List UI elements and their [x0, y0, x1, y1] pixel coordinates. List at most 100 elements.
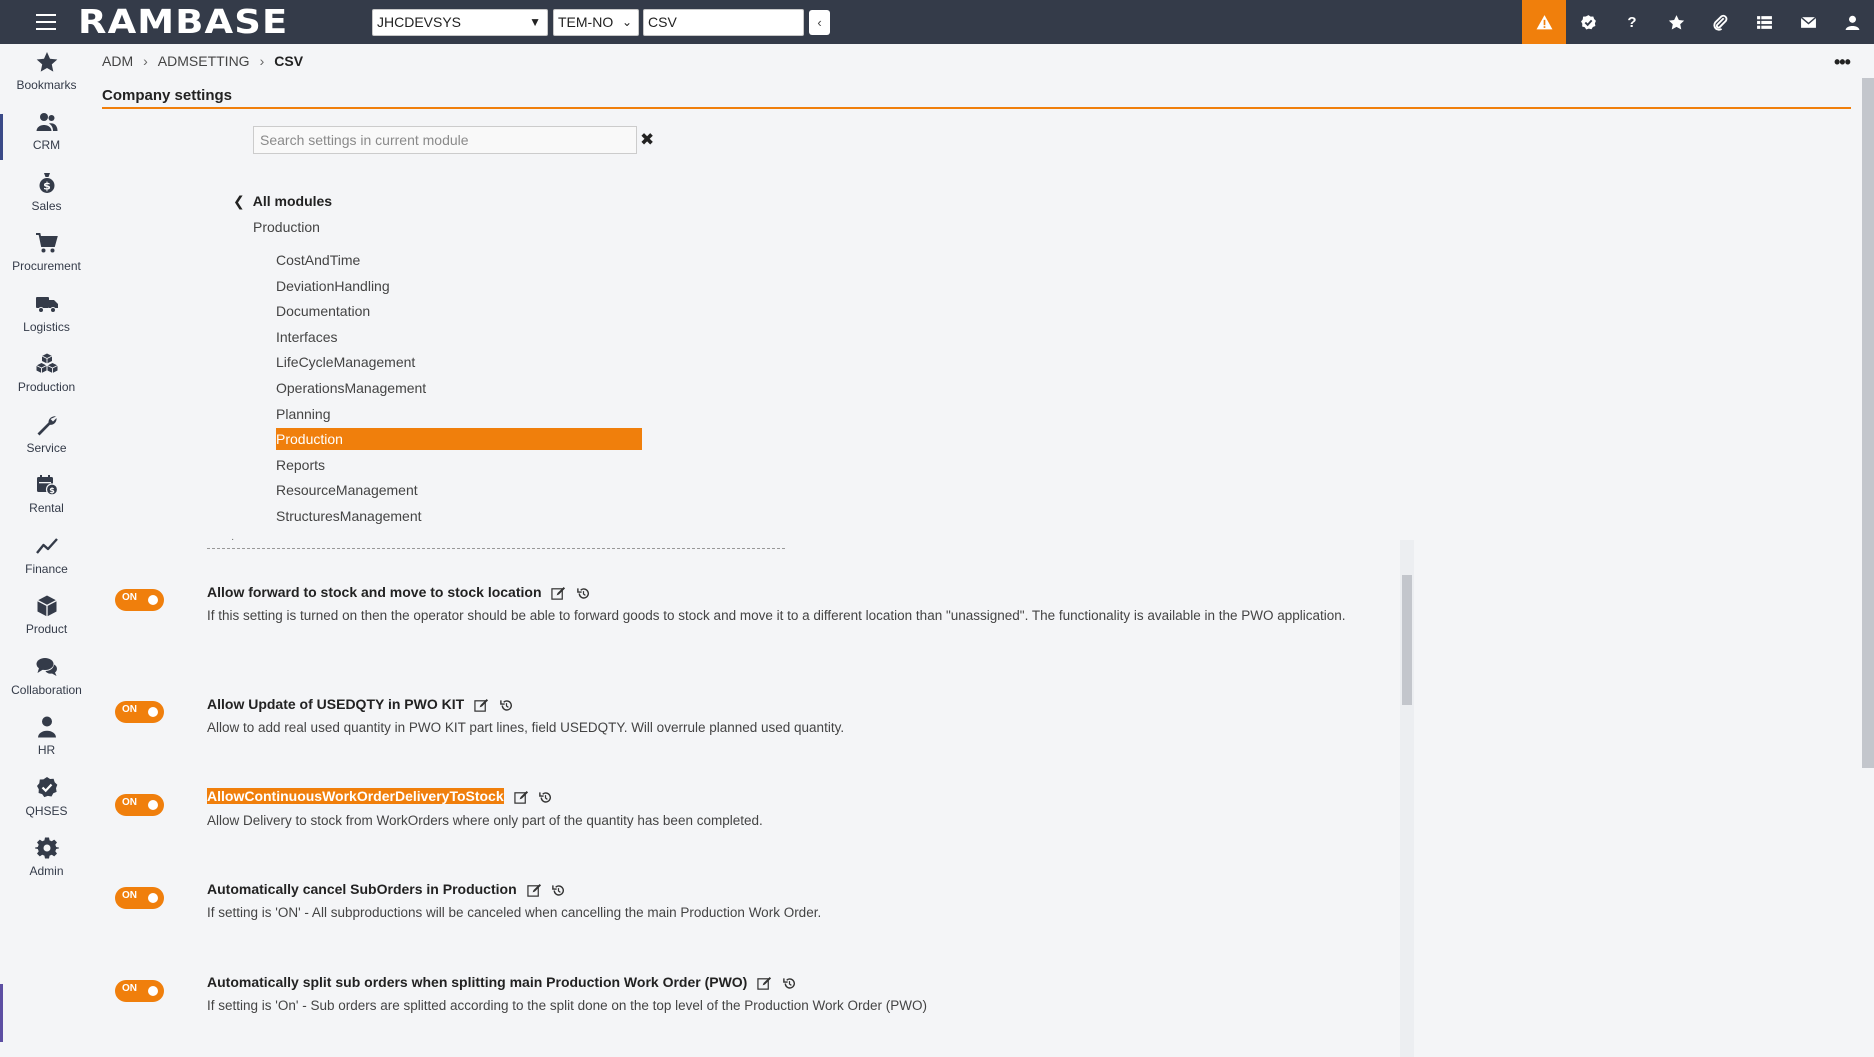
page-scrollbar-thumb[interactable]	[1862, 78, 1874, 768]
settings-scrollbar-thumb[interactable]	[1402, 575, 1412, 705]
nav-item-product[interactable]: Product	[0, 594, 93, 636]
menu-icon[interactable]	[36, 14, 56, 30]
nav-item-admin[interactable]: Admin	[0, 836, 93, 878]
user-icon[interactable]	[1830, 0, 1874, 44]
current-module-name: Production	[253, 219, 320, 235]
submodule-item[interactable]: Interfaces	[276, 326, 642, 348]
edit-icon[interactable]	[474, 698, 489, 713]
setting-title: AllowContinuousWorkOrderDeliveryToStock	[207, 788, 553, 805]
nav-item-hr[interactable]: HR	[0, 715, 93, 757]
setting-toggle[interactable]: ON	[115, 589, 164, 611]
nav-item-collaboration[interactable]: Collaboration	[0, 655, 93, 697]
nav-item-label: Admin	[29, 864, 64, 878]
app-logo[interactable]: RAMBASE	[78, 4, 288, 40]
submodule-item[interactable]: CostAndTime	[276, 249, 642, 271]
paperclip-icon[interactable]	[1698, 0, 1742, 44]
nav-item-label: Collaboration	[11, 683, 82, 697]
toggle-state-label: ON	[122, 890, 137, 901]
back-button[interactable]: ‹	[809, 10, 830, 35]
reset-history-icon[interactable]	[538, 790, 553, 805]
setting-toggle[interactable]: ON	[115, 887, 164, 909]
submodule-item[interactable]: DeviationHandling	[276, 275, 642, 297]
company-select[interactable]: JHCDEVSYS ▼	[372, 9, 548, 36]
star-icon[interactable]	[1654, 0, 1698, 44]
submodule-item[interactable]: Planning	[276, 403, 642, 425]
setting-description: If setting is 'ON' - All subproductions …	[207, 905, 822, 920]
locale-select-value: TEM-NO	[558, 14, 614, 30]
submodule-item[interactable]: LifeCycleManagement	[276, 351, 642, 373]
mail-icon[interactable]	[1786, 0, 1830, 44]
nav-item-label: Product	[25, 622, 68, 636]
reset-history-icon[interactable]	[576, 586, 591, 601]
people-icon	[36, 113, 57, 131]
toggle-knob	[148, 707, 158, 717]
edit-icon[interactable]	[526, 883, 542, 898]
submodule-item[interactable]: ResourceManagement	[276, 479, 642, 501]
toggle-state-label: ON	[122, 797, 137, 808]
reset-history-icon[interactable]	[551, 883, 566, 898]
setting-title-text: Allow Update of USEDQTY in PWO KIT	[207, 696, 465, 712]
reset-history-icon[interactable]	[782, 976, 797, 991]
locale-select[interactable]: TEM-NO ⌄	[553, 9, 639, 36]
line-chart-icon	[35, 538, 58, 554]
reset-history-icon[interactable]	[499, 698, 514, 713]
toggle-state-label: ON	[122, 983, 137, 994]
nav-item-qhses[interactable]: QHSES	[0, 776, 93, 818]
program-input[interactable]: CSV	[643, 9, 804, 36]
setting-description: Allow to add real used quantity in PWO K…	[207, 720, 845, 735]
nav-item-finance[interactable]: Finance	[0, 534, 93, 576]
submodule-item[interactable]: StructuresManagement	[276, 505, 642, 527]
setting-toggle[interactable]: ON	[115, 701, 164, 723]
truck-icon	[35, 297, 58, 313]
nav-item-label: CRM	[32, 138, 61, 152]
more-options-icon[interactable]: •••	[1834, 52, 1851, 73]
setting-description: Allow Delivery to stock from WorkOrders …	[207, 813, 763, 828]
setting-description: If this setting is turned on then the op…	[207, 608, 1346, 623]
nav-item-label: Finance	[25, 562, 68, 576]
settings-scrollbar[interactable]	[1400, 540, 1414, 1057]
help-icon[interactable]: ?	[1610, 0, 1654, 44]
nav-item-bookmarks[interactable]: Bookmarks	[0, 50, 93, 92]
toggle-knob	[148, 986, 158, 996]
toggle-knob	[148, 800, 158, 810]
task-check-icon[interactable]	[1566, 0, 1610, 44]
nav-item-procurement[interactable]: Procurement	[0, 231, 93, 273]
clear-search-icon[interactable]: ✖	[640, 130, 654, 150]
badge-check-icon	[36, 777, 57, 798]
submodule-item[interactable]: Reports	[276, 454, 642, 476]
list-icon[interactable]	[1742, 0, 1786, 44]
money-bag-icon: $	[39, 173, 54, 193]
nav-item-label: QHSES	[25, 804, 68, 818]
nav-item-crm[interactable]: CRM	[0, 110, 93, 152]
boxes-icon	[35, 353, 58, 373]
submodule-item[interactable]: OperationsManagement	[276, 377, 642, 399]
edit-icon[interactable]	[757, 976, 772, 991]
nav-item-service[interactable]: Service	[0, 413, 93, 455]
nav-item-label: Rental	[29, 501, 64, 515]
title-underline	[102, 107, 1851, 109]
submodule-item[interactable]: Documentation	[276, 300, 642, 322]
svg-text:$: $	[49, 486, 55, 495]
nav-item-label: Bookmarks	[16, 78, 77, 92]
nav-item-label: HR	[37, 743, 56, 757]
setting-toggle[interactable]: ON	[115, 980, 164, 1002]
wrench-icon	[37, 416, 57, 436]
nav-item-logistics[interactable]: Logistics	[0, 292, 93, 334]
nav-item-production[interactable]: Production	[0, 352, 93, 394]
edit-icon[interactable]	[513, 790, 529, 805]
search-input[interactable]	[254, 127, 636, 153]
setting-description: If setting is 'On' - Sub orders are spli…	[207, 998, 928, 1013]
toggle-state-label: ON	[122, 704, 137, 715]
star-icon	[36, 52, 57, 72]
edit-icon[interactable]	[551, 586, 566, 601]
breadcrumb-item-adm[interactable]: ADM	[102, 53, 133, 69]
all-modules-link[interactable]: ❮ All modules	[233, 193, 332, 210]
nav-item-rental[interactable]: $ Rental	[0, 473, 93, 515]
company-select-value: JHCDEVSYS	[377, 14, 462, 30]
warning-icon[interactable]	[1522, 0, 1566, 44]
breadcrumb-item-admsetting[interactable]: ADMSETTING	[158, 53, 250, 69]
submodule-item-active[interactable]: Production	[276, 428, 642, 450]
nav-item-sales[interactable]: $ Sales	[0, 171, 93, 213]
calendar-money-icon: $	[36, 475, 58, 496]
setting-toggle[interactable]: ON	[115, 794, 164, 816]
